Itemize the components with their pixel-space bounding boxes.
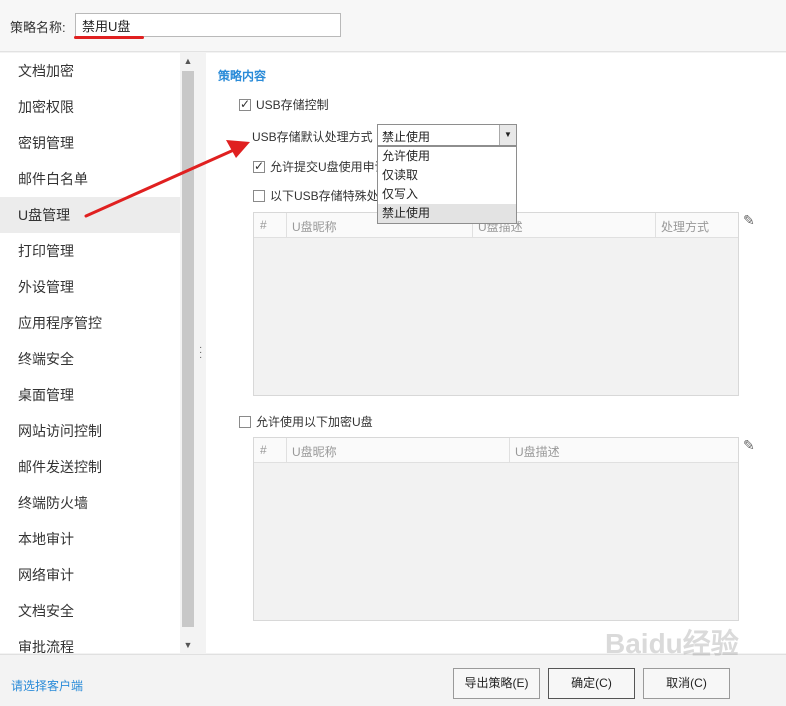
table-header-cell: U盘昵称	[292, 220, 337, 234]
column-divider	[286, 213, 287, 238]
dropdown-option[interactable]: 仅读取	[378, 166, 516, 185]
pencil-icon[interactable]: ✎	[743, 437, 759, 453]
default-mode-select[interactable]: 禁止使用 ▼	[377, 124, 517, 146]
special-usb-row[interactable]: 以下USB存储特殊处理	[253, 187, 391, 204]
dropdown-option[interactable]: 允许使用	[378, 147, 516, 166]
column-divider	[509, 438, 510, 463]
column-divider	[286, 438, 287, 463]
sidebar-item[interactable]: 邮件发送控制	[0, 449, 180, 485]
sidebar-scrollbar[interactable]: ▲ ▼	[180, 53, 196, 653]
special-usb-table: # U盘昵称 U盘描述 处理方式	[253, 212, 739, 396]
encrypted-usb-row[interactable]: 允许使用以下加密U盘	[239, 413, 373, 430]
sidebar-item[interactable]: 打印管理	[0, 233, 180, 269]
red-annotation-underline	[74, 36, 144, 39]
table-header-cell: #	[260, 218, 267, 232]
sidebar-item[interactable]: 网络审计	[0, 557, 180, 593]
export-policy-button[interactable]: 导出策略(E)	[453, 668, 540, 699]
select-client-link[interactable]: 请选择客户端	[11, 677, 83, 694]
sidebar-item[interactable]: 应用程序管控	[0, 305, 180, 341]
sidebar-item[interactable]: 桌面管理	[0, 377, 180, 413]
encrypted-usb-checkbox[interactable]	[239, 416, 251, 428]
sidebar-item[interactable]: 网站访问控制	[0, 413, 180, 449]
encrypted-usb-table-header: # U盘昵称 U盘描述	[254, 438, 738, 463]
baidu-watermark: Baidu经验	[605, 628, 739, 659]
allow-apply-row[interactable]: 允许提交U盘使用申请	[253, 158, 387, 175]
panel-splitter[interactable]: · · ·	[196, 53, 206, 653]
cancel-button[interactable]: 取消(C)	[643, 668, 730, 699]
scroll-down-arrow-icon[interactable]: ▼	[180, 637, 196, 653]
sidebar-item[interactable]: 密钥管理	[0, 125, 180, 161]
scroll-up-arrow-icon[interactable]: ▲	[180, 53, 196, 69]
scroll-thumb[interactable]	[182, 71, 194, 627]
sidebar-item[interactable]: 加密权限	[0, 89, 180, 125]
table-header-cell: U盘描述	[515, 445, 560, 459]
default-mode-dropdown: 允许使用 仅读取 仅写入 禁止使用	[377, 146, 517, 224]
policy-name-input[interactable]	[75, 13, 341, 37]
usb-control-label: USB存储控制	[256, 98, 329, 112]
chevron-down-icon[interactable]: ▼	[499, 125, 516, 145]
allow-apply-label: 允许提交U盘使用申请	[270, 160, 387, 174]
column-divider	[655, 213, 656, 238]
sidebar: 文档加密 加密权限 密钥管理 邮件白名单 U盘管理 打印管理 外设管理 应用程序管控 终端安全桌…	[0, 53, 180, 653]
encrypted-usb-table: # U盘昵称 U盘描述	[253, 437, 739, 621]
dropdown-option[interactable]: 禁止使用	[378, 204, 516, 223]
table-header-cell: 处理方式	[661, 220, 710, 234]
sidebar-item[interactable]: U盘管理	[0, 197, 180, 233]
allow-apply-checkbox[interactable]	[253, 159, 265, 173]
policy-name-label: 策略名称:	[10, 20, 66, 35]
table-header-cell: U盘昵称	[292, 445, 337, 459]
ok-button[interactable]: 确定(C)	[548, 668, 635, 699]
usb-control-checkbox[interactable]	[239, 97, 251, 111]
sidebar-item[interactable]: 终端安全	[0, 341, 180, 377]
sidebar-item[interactable]: 外设管理	[0, 269, 180, 305]
special-usb-checkbox[interactable]	[253, 190, 265, 202]
splitter-grip-icon: · · ·	[199, 342, 203, 363]
special-usb-label: 以下USB存储特殊处理	[270, 189, 391, 203]
policy-content-panel: 策略内容 USB存储控制 USB存储默认处理方式 禁止使用 ▼ 允许使用仅读取仅…	[206, 53, 786, 653]
default-mode-value: 禁止使用	[382, 130, 431, 144]
pencil-icon[interactable]: ✎	[743, 212, 759, 228]
sidebar-item[interactable]: 文档安全	[0, 593, 180, 629]
usb-control-row[interactable]: USB存储控制	[239, 96, 329, 113]
table-header-cell: #	[260, 443, 267, 457]
sidebar-item[interactable]: 邮件白名单	[0, 161, 180, 197]
default-mode-label: USB存储默认处理方式	[252, 130, 373, 144]
sidebar-item[interactable]: 文档加密	[0, 53, 180, 89]
sidebar-item[interactable]: 终端防火墙	[0, 485, 180, 521]
section-title: 策略内容	[218, 69, 267, 83]
sidebar-item[interactable]: 本地审计	[0, 521, 180, 557]
encrypted-usb-label: 允许使用以下加密U盘	[256, 415, 373, 429]
sidebar-item[interactable]: 审批流程	[0, 629, 180, 653]
top-bar: 策略名称:	[0, 0, 786, 52]
dropdown-option[interactable]: 仅写入	[378, 185, 516, 204]
